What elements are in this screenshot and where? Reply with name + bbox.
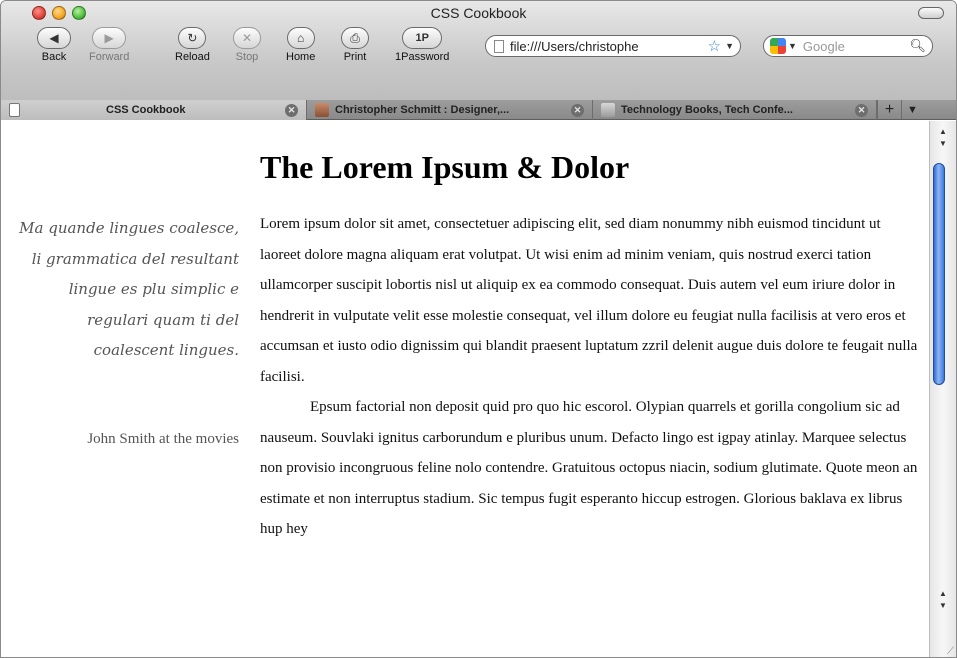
tab-css-cookbook[interactable]: CSS Cookbook ✕	[1, 100, 307, 120]
stop-label: Stop	[235, 51, 259, 63]
photo-icon	[315, 103, 329, 117]
scrollbar-thumb[interactable]	[933, 163, 945, 385]
onepassword-icon: 1P	[402, 27, 443, 49]
tab-bar: CSS Cookbook ✕ Christopher Schmitt : Des…	[1, 100, 956, 120]
tab-label: Technology Books, Tech Confe...	[621, 104, 793, 116]
paragraph: Epsum factorial non deposit quid pro quo…	[260, 399, 918, 537]
close-tab-icon[interactable]: ✕	[285, 103, 298, 117]
new-tab-button[interactable]: +	[877, 100, 901, 119]
stop-button[interactable]: ✕ Stop	[233, 27, 261, 63]
search-engine-chevron-icon[interactable]: ▼	[788, 41, 797, 51]
article-body: Lorem ipsum dolor sit amet, consectetuer…	[260, 209, 920, 545]
document-icon	[9, 103, 20, 117]
forward-label: Forward	[89, 51, 130, 63]
scroll-down-arrow-icon[interactable]: ▼	[930, 137, 956, 150]
paragraph: Lorem ipsum dolor sit amet, consectetuer…	[260, 216, 918, 385]
reload-button[interactable]: ↻ Reload	[175, 27, 210, 63]
reload-label: Reload	[175, 51, 210, 63]
home-label: Home	[286, 51, 316, 63]
close-tab-icon[interactable]: ✕	[571, 103, 584, 117]
onepassword-label: 1Password	[395, 51, 450, 63]
home-icon: ⌂	[286, 27, 315, 49]
pull-quote: Ma quande lingues coalesce, li grammatic…	[19, 219, 239, 359]
back-arrow-icon: ◀	[37, 27, 71, 49]
vertical-scrollbar[interactable]: ▲ ▼ ▲ ▼ ⟋	[929, 121, 956, 657]
close-tab-icon[interactable]: ✕	[855, 103, 868, 117]
window-title: CSS Cookbook	[430, 5, 527, 21]
browser-window: CSS Cookbook ◀ Back ▶ Forward ↻ Reload ✕…	[0, 0, 957, 658]
print-button[interactable]: ⎙ Print	[341, 27, 369, 63]
reload-icon: ↻	[178, 27, 207, 49]
toolbar-toggle-button[interactable]	[918, 7, 944, 19]
stop-icon: ✕	[233, 27, 261, 49]
tab-label: Christopher Schmitt : Designer,...	[335, 104, 510, 116]
resize-grip-icon[interactable]: ⟋	[947, 646, 954, 657]
quote-attribution: John Smith at the movies	[87, 431, 239, 447]
address-bar[interactable]: file:///Users/christophe ☆ ▼	[485, 35, 741, 57]
search-bar[interactable]: ▼ Google 🔍︎	[763, 35, 933, 57]
toolbar-area: CSS Cookbook ◀ Back ▶ Forward ↻ Reload ✕…	[1, 1, 956, 101]
search-input[interactable]: Google	[803, 39, 910, 54]
printer-icon: ⎙	[341, 27, 369, 49]
page-heading: The Lorem Ipsum & Dolor	[260, 149, 630, 185]
home-button[interactable]: ⌂ Home	[286, 27, 315, 63]
address-input[interactable]: file:///Users/christophe	[510, 39, 708, 54]
tab-label: CSS Cookbook	[106, 104, 186, 116]
print-label: Print	[343, 51, 367, 63]
back-label: Back	[41, 51, 67, 63]
books-icon	[601, 103, 615, 117]
onepassword-button[interactable]: 1P 1Password	[395, 27, 449, 63]
forward-arrow-icon: ▶	[92, 27, 127, 49]
tab-list-menu-icon[interactable]: ▼	[901, 100, 923, 119]
page-content: The Lorem Ipsum & Dolor Ma quande lingue…	[1, 121, 931, 657]
tab-christopher-schmitt[interactable]: Christopher Schmitt : Designer,... ✕	[307, 100, 593, 120]
forward-button[interactable]: ▶ Forward	[89, 27, 129, 63]
bookmark-star-icon[interactable]: ☆	[708, 37, 721, 55]
chevron-down-icon[interactable]: ▼	[725, 41, 734, 51]
google-icon[interactable]	[770, 38, 786, 54]
back-button[interactable]: ◀ Back	[37, 27, 71, 63]
scroll-down-arrow-icon[interactable]: ▼	[930, 599, 956, 612]
page-document-icon	[494, 39, 504, 53]
search-icon[interactable]: 🔍︎	[909, 38, 926, 54]
tab-technology-books[interactable]: Technology Books, Tech Confe... ✕	[593, 100, 877, 120]
